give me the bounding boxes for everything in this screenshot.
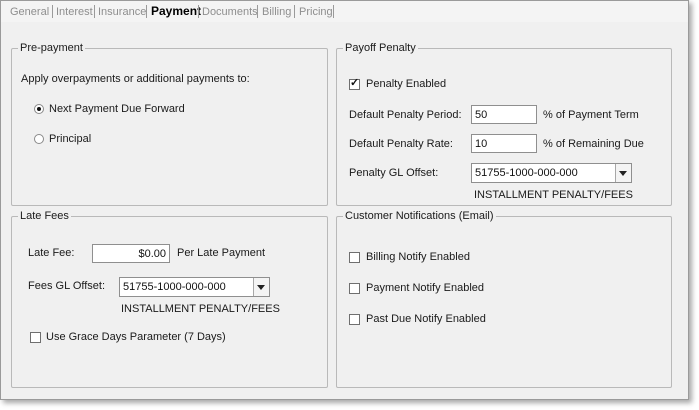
payment-notify-label[interactable]: Payment Notify Enabled xyxy=(366,282,484,294)
fees-gl-offset-label: Fees GL Offset: xyxy=(28,280,106,292)
penalty-gl-offset-combo[interactable]: 51755-1000-000-000 xyxy=(471,163,632,183)
past-due-notify-label[interactable]: Past Due Notify Enabled xyxy=(366,313,486,325)
tab-billing[interactable]: Billing xyxy=(262,5,291,19)
penalty-rate-suffix: % of Remaining Due xyxy=(543,138,644,150)
radio-selected-dot xyxy=(37,107,41,111)
billing-notify-label[interactable]: Billing Notify Enabled xyxy=(366,251,470,263)
prepayment-group-title: Pre-payment xyxy=(20,42,83,54)
customer-notifications-group: Customer Notifications (Email) Billing N… xyxy=(336,210,672,388)
next-payment-due-radio[interactable] xyxy=(34,104,44,114)
prepayment-instruction: Apply overpayments or additional payment… xyxy=(21,73,250,85)
payoff-penalty-group-title: Payoff Penalty xyxy=(345,42,416,54)
penalty-period-suffix: % of Payment Term xyxy=(543,109,639,121)
grace-days-label[interactable]: Use Grace Days Parameter (7 Days) xyxy=(46,331,226,343)
tab-separator xyxy=(333,5,334,18)
dropdown-button[interactable] xyxy=(253,278,269,296)
tab-insurance[interactable]: Insurance xyxy=(98,5,146,19)
penalty-gl-offset-label: Penalty GL Offset: xyxy=(349,167,439,179)
late-fee-label: Late Fee: xyxy=(28,247,75,259)
penalty-rate-input[interactable] xyxy=(471,134,537,153)
prepayment-group: Pre-payment Apply overpayments or additi… xyxy=(11,42,328,206)
tab-general[interactable]: General xyxy=(10,5,49,19)
payment-settings-window: General Interest Insurance Payment Docum… xyxy=(0,0,689,400)
past-due-notify-checkbox[interactable] xyxy=(349,314,360,325)
tab-separator xyxy=(52,5,53,18)
penalty-rate-label: Default Penalty Rate: xyxy=(349,138,453,150)
tab-interest[interactable]: Interest xyxy=(56,5,93,19)
payment-tab-panel: Pre-payment Apply overpayments or additi… xyxy=(1,22,688,399)
late-fees-group: Late Fees Late Fee: Per Late Payment Fee… xyxy=(11,210,328,388)
fees-gl-offset-combo[interactable]: 51755-1000-000-000 xyxy=(119,277,270,297)
principal-radio[interactable] xyxy=(34,134,44,144)
tab-separator xyxy=(94,5,95,18)
checkmark-icon: ✓ xyxy=(350,77,360,89)
tab-separator xyxy=(294,5,295,18)
tab-strip: General Interest Insurance Payment Docum… xyxy=(1,1,688,23)
chevron-down-icon xyxy=(257,285,265,290)
fees-gl-offset-value: 51755-1000-000-000 xyxy=(123,281,226,293)
tab-separator xyxy=(198,5,199,18)
penalty-gl-description: INSTALLMENT PENALTY/FEES xyxy=(474,189,633,201)
fees-gl-description: INSTALLMENT PENALTY/FEES xyxy=(121,303,280,315)
chevron-down-icon xyxy=(619,171,627,176)
tab-separator xyxy=(146,5,147,18)
customer-notifications-group-title: Customer Notifications (Email) xyxy=(345,210,494,222)
next-payment-due-label[interactable]: Next Payment Due Forward xyxy=(49,103,185,115)
tab-separator xyxy=(257,5,258,18)
late-fee-suffix: Per Late Payment xyxy=(177,247,266,259)
principal-label[interactable]: Principal xyxy=(49,133,91,145)
tab-payment[interactable]: Payment xyxy=(151,4,201,18)
grace-days-checkbox[interactable] xyxy=(30,332,41,343)
payment-notify-checkbox[interactable] xyxy=(349,283,360,294)
tab-documents[interactable]: Documents xyxy=(202,5,258,19)
dropdown-button[interactable] xyxy=(615,164,631,182)
penalty-period-input[interactable] xyxy=(471,105,537,124)
penalty-period-label: Default Penalty Period: xyxy=(349,109,462,121)
late-fee-input[interactable] xyxy=(92,244,170,263)
late-fees-group-title: Late Fees xyxy=(20,210,69,222)
payoff-penalty-group: Payoff Penalty ✓ Penalty Enabled Default… xyxy=(336,42,672,206)
penalty-enabled-label[interactable]: Penalty Enabled xyxy=(366,78,446,90)
billing-notify-checkbox[interactable] xyxy=(349,252,360,263)
penalty-enabled-checkbox[interactable]: ✓ xyxy=(349,77,360,90)
penalty-gl-offset-value: 51755-1000-000-000 xyxy=(475,167,578,179)
tab-pricing[interactable]: Pricing xyxy=(299,5,333,19)
